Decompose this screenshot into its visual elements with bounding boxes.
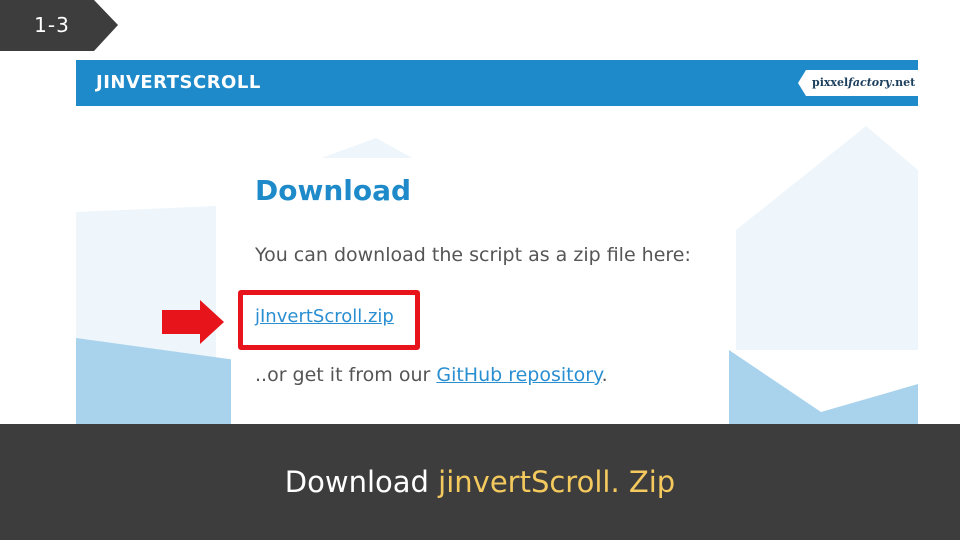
download-heading: Download	[255, 174, 412, 207]
github-line-suffix: .	[601, 364, 608, 386]
github-line: ..or get it from our GitHub repository.	[255, 364, 608, 386]
site-header: JINVERTSCROLL pixxelfactory.net	[76, 60, 918, 106]
pixxelfactory-badge-text: pixxelfactory.net	[812, 76, 916, 89]
caption-text: Download jinvertScroll. Zip	[0, 424, 960, 540]
caption-bar: Download jinvertScroll. Zip	[0, 424, 960, 540]
highlight-box	[238, 290, 420, 350]
pixxelfactory-badge[interactable]: pixxelfactory.net	[798, 70, 918, 96]
site-logo[interactable]: JINVERTSCROLL	[96, 60, 261, 106]
step-tag: 1-3	[0, 0, 118, 51]
download-description: You can download the script as a zip fil…	[255, 244, 691, 266]
caption-prefix: Download	[284, 465, 439, 499]
github-line-prefix: ..or get it from our	[255, 364, 437, 386]
step-label: 1-3	[34, 13, 70, 37]
github-repository-link[interactable]: GitHub repository	[436, 364, 601, 386]
caption-highlight: jinvertScroll. Zip	[438, 465, 676, 499]
red-arrow-icon	[162, 300, 224, 344]
website-screenshot: JINVERTSCROLL pixxelfactory.net Download…	[76, 60, 918, 424]
